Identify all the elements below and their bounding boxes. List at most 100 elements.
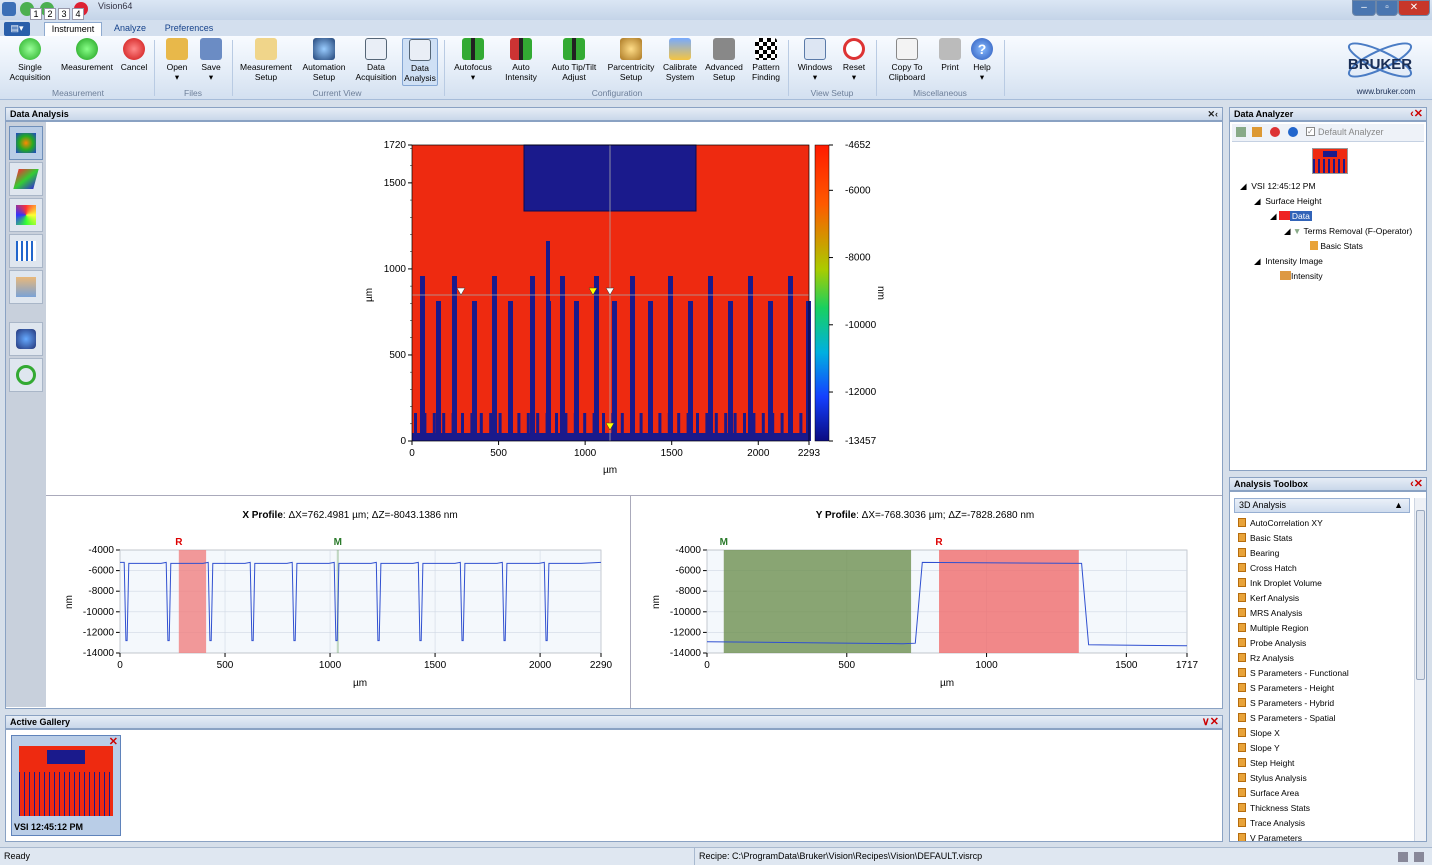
toolbox-item[interactable]: AutoCorrelation XY (1238, 518, 1323, 528)
toolbox-item[interactable]: Kerf Analysis (1238, 593, 1299, 603)
x-profile-chart[interactable]: X Profile: ΔX=762.4981 µm; ΔZ=-8043.1386… (60, 505, 620, 695)
auto-tip-tilt-button[interactable]: Auto Tip/Tilt Adjust (546, 38, 602, 82)
pattern-finding-button[interactable]: Pattern Finding (748, 38, 784, 82)
splitter[interactable] (46, 495, 1222, 496)
map-x-tick-label: 2000 (747, 448, 770, 459)
x-profile-plot[interactable]: -4000 -6000 -8000 -10000 -12000 -140000 500 100… (83, 537, 613, 671)
surface-map-image[interactable] (412, 144, 811, 441)
toolbox-item[interactable]: Rz Analysis (1238, 653, 1294, 663)
tab-analyze[interactable]: Analyze (106, 22, 154, 36)
scrollbar[interactable] (1414, 498, 1426, 841)
color-map-view-button[interactable] (9, 198, 43, 232)
map-trench (420, 276, 425, 441)
tree-node-measurement[interactable]: ◢ VSI 12:45:12 PM (1240, 181, 1316, 192)
toolbox-item[interactable]: Slope X (1238, 728, 1280, 738)
data-analyzer-panel: ✓ Default Analyzer ◢ VSI 12:45:12 PM ◢ S… (1229, 121, 1427, 471)
toolbox-item[interactable]: Surface Area (1238, 788, 1299, 798)
tab-preferences[interactable]: Preferences (160, 22, 218, 36)
reset-button[interactable]: Reset ▾ (838, 38, 870, 82)
section-3d-analysis[interactable]: 3D Analysis ▲ (1234, 498, 1410, 513)
measurement-setup-button[interactable]: Measurement Setup (236, 38, 296, 82)
x-tick-label: 1717 (1176, 660, 1199, 671)
gallery-item[interactable]: ✕ VSI 12:45:12 PM (11, 735, 121, 836)
toolbox-item[interactable]: Step Height (1238, 758, 1294, 768)
toolbox-item[interactable]: Thickness Stats (1238, 803, 1310, 813)
parcentricity-setup-button[interactable]: Parcentricity Setup (604, 38, 658, 82)
tab-instrument[interactable]: Instrument (44, 22, 102, 36)
toolbox-item[interactable]: Cross Hatch (1238, 563, 1297, 573)
windows-button[interactable]: Windows ▾ (794, 38, 836, 82)
maximize-button[interactable]: ▫ (1376, 0, 1398, 16)
toolbox-item-label: Surface Area (1250, 788, 1300, 798)
toolbox-item[interactable]: Bearing (1238, 548, 1279, 558)
toolbox-item[interactable]: Trace Analysis (1238, 818, 1305, 828)
add-analysis-icon[interactable] (1236, 127, 1246, 137)
data-acquisition-button[interactable]: Data Acquisition (352, 38, 400, 82)
automation-setup-button[interactable]: Automation Setup (298, 38, 350, 82)
copy-to-clipboard-button[interactable]: Copy To Clipboard (880, 38, 934, 82)
splitter[interactable] (630, 496, 631, 708)
grid-view-button[interactable] (9, 234, 43, 268)
bruker-logo: BRUKER www.bruker.com (1330, 38, 1430, 98)
toolbox-item[interactable]: Probe Analysis (1238, 638, 1306, 648)
default-analyzer-checkbox[interactable]: ✓ (1306, 127, 1315, 136)
toolbox-item[interactable]: Ink Droplet Volume (1238, 578, 1322, 588)
results-view-button[interactable] (9, 270, 43, 304)
file-menu-button[interactable]: ▤▾ (4, 22, 30, 36)
close-icon[interactable]: ‹✕ (1410, 478, 1423, 490)
print-button[interactable]: Print (936, 38, 964, 73)
scrollbar-thumb[interactable] (1416, 510, 1425, 680)
toolbox-item[interactable]: S Parameters - Spatial (1238, 713, 1336, 723)
quick-tab-4[interactable]: 4 (72, 8, 84, 20)
save-button[interactable]: Save ▾ (196, 38, 226, 82)
toolbox-item[interactable]: Multiple Region (1238, 623, 1309, 633)
tree-node-intensity-image[interactable]: ◢ Intensity Image (1254, 256, 1323, 267)
help-button[interactable]: ? Help ▾ (966, 38, 998, 82)
group-miscellaneous: Miscellaneous (913, 88, 967, 98)
filter-icon[interactable] (1252, 127, 1262, 137)
refresh-analysis-button[interactable] (9, 358, 43, 392)
calibrate-system-button[interactable]: Calibrate System (660, 38, 700, 82)
cancel-button[interactable]: Cancel (118, 38, 150, 73)
toolbox-item[interactable]: Stylus Analysis (1238, 773, 1307, 783)
export-button[interactable] (9, 322, 43, 356)
measurement-button[interactable]: Measurement (58, 38, 116, 73)
open-button[interactable]: Open ▾ (160, 38, 194, 82)
close-icon[interactable]: ∨✕ (1202, 716, 1219, 728)
tree-node-terms-removal[interactable]: ◢ ▼ Terms Removal (F-Operator) (1284, 226, 1412, 237)
surface-2d-view-button[interactable] (9, 126, 43, 160)
toolbox-item[interactable]: S Parameters - Functional (1238, 668, 1349, 678)
toolbox-item[interactable]: V Parameters (1238, 833, 1302, 841)
y-profile-plot[interactable]: -4000 -6000 -8000 -10000 -12000 -140000 500 100… (670, 537, 1199, 671)
refresh-icon[interactable] (1270, 127, 1280, 137)
data-analysis-button[interactable]: Data Analysis (402, 38, 438, 86)
tree-node-intensity[interactable]: Intensity (1280, 271, 1323, 281)
automation-icon (313, 38, 335, 60)
toolbox-item[interactable]: Slope Y (1238, 743, 1280, 753)
auto-intensity-button[interactable]: Auto Intensity (498, 38, 544, 82)
data-analysis-header: Data Analysis ✕‹ (5, 107, 1223, 121)
autofocus-button[interactable]: Autofocus ▾ (450, 38, 496, 82)
toolbox-item[interactable]: Basic Stats (1238, 533, 1293, 543)
close-button[interactable]: ✕ (1398, 0, 1430, 16)
quick-tab-2[interactable]: 2 (44, 8, 56, 20)
surface-map-chart[interactable]: 1720 1500 1000 500 00 500 1000 1500 2000 2293 -465… (360, 130, 900, 480)
toolbox-item[interactable]: MRS Analysis (1238, 608, 1302, 618)
tree-node-surface-height[interactable]: ◢ Surface Height (1254, 196, 1322, 207)
quick-tab-1[interactable]: 1 (30, 8, 42, 20)
y-profile-chart[interactable]: Y Profile: ΔX=-768.3036 µm; ΔZ=-7828.268… (645, 505, 1205, 695)
info-icon[interactable] (1288, 127, 1298, 137)
toolbox-item[interactable]: S Parameters - Hybrid (1238, 698, 1334, 708)
single-acquisition-button[interactable]: Single Acquisition (4, 38, 56, 82)
tree-node-basic-stats[interactable]: Basic Stats (1310, 241, 1363, 251)
advanced-setup-button[interactable]: Advanced Setup (702, 38, 746, 82)
remove-item-icon[interactable]: ✕ (109, 735, 118, 748)
close-icon[interactable]: ‹✕ (1410, 108, 1423, 120)
toolbox-item[interactable]: S Parameters - Height (1238, 683, 1334, 693)
quick-tab-3[interactable]: 3 (58, 8, 70, 20)
minimize-button[interactable]: – (1352, 0, 1376, 16)
tree-node-data[interactable]: ◢ Data (1270, 211, 1312, 222)
app-menu-icon[interactable] (2, 2, 16, 16)
surface-3d-view-button[interactable] (9, 162, 43, 196)
panel-controls-icon[interactable]: ✕‹ (1207, 108, 1218, 120)
